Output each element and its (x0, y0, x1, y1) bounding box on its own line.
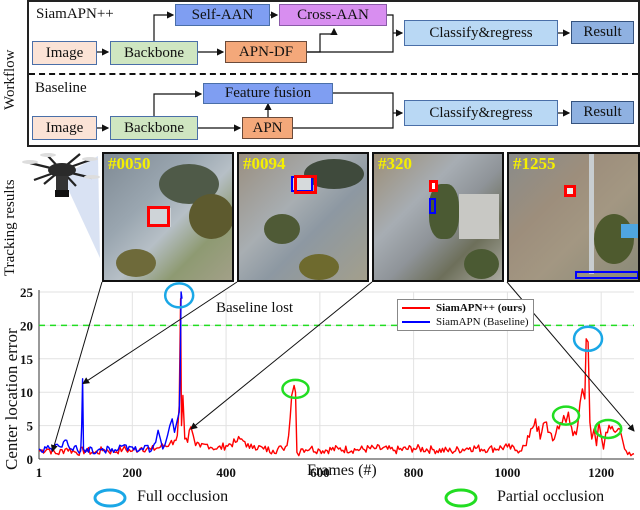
frame-pointer-arrow (82, 281, 238, 385)
partial-occlusion-icon (444, 488, 478, 508)
x-tick-label: 1 (36, 465, 43, 480)
y-tick-label: 25 (20, 285, 34, 300)
x-tick-label: 200 (123, 465, 143, 480)
x-tick-label: 1200 (588, 465, 614, 480)
y-tick-label: 0 (27, 452, 34, 467)
y-tick-label: 15 (20, 352, 34, 367)
threshold-label: Baseline lost (216, 300, 294, 316)
x-tick-label: 800 (404, 465, 424, 480)
full-occlusion-label: Full occlusion (137, 488, 229, 505)
error-chart: 1 200 400 600 800 1000 12000510152025 (20, 281, 635, 480)
legend-entry-baseline: SiamAPN (Baseline) (402, 315, 529, 329)
x-tick-label: 1000 (494, 465, 520, 480)
chart-legend: SiamAPN++ (ours) SiamAPN (Baseline) (397, 299, 534, 331)
legend-swatch-baseline (402, 321, 430, 323)
partial-occlusion-label: Partial occlusion (497, 488, 605, 505)
x-tick-label: 400 (216, 465, 236, 480)
legend-entry-ours: SiamAPN++ (ours) (402, 301, 529, 315)
series-line-baseline (38, 291, 183, 455)
x-tick-label: 600 (310, 465, 330, 480)
full-occlusion-icon (93, 488, 127, 508)
y-tick-label: 10 (20, 385, 33, 400)
series-line-ours (38, 298, 635, 457)
y-tick-label: 20 (20, 318, 33, 333)
y-tick-label: 5 (27, 419, 34, 434)
full-occlusion-marker (163, 282, 195, 309)
legend-label-ours: SiamAPN++ (ours) (436, 302, 526, 314)
legend-swatch-ours (402, 307, 430, 309)
legend-label-baseline: SiamAPN (Baseline) (436, 316, 529, 328)
